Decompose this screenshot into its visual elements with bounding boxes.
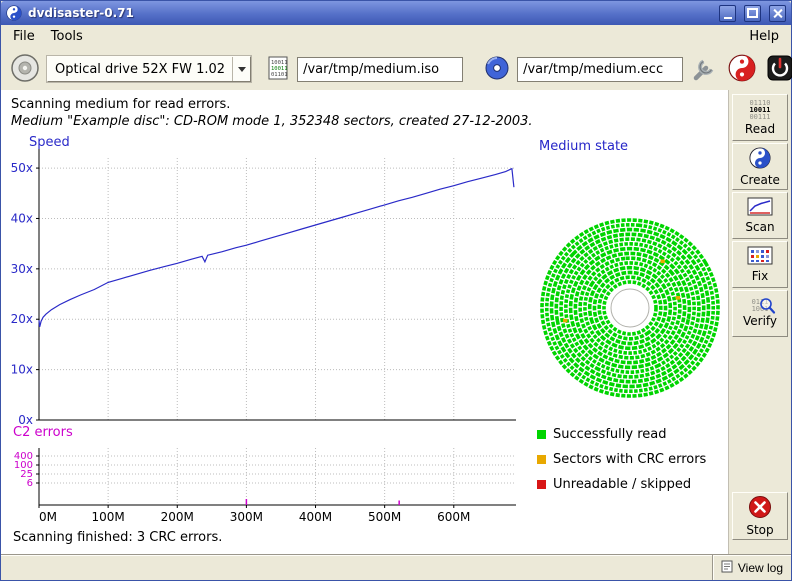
drive-combobox-value: Optical drive 52X FW 1.02 [48, 62, 232, 77]
read-label: Read [745, 122, 775, 136]
action-sidebar: 01110 10011 00111 Read Create [729, 90, 791, 554]
binary-read-icon: 01110 10011 00111 [749, 100, 770, 121]
ecc-file-icon [484, 55, 510, 84]
svg-text:20x: 20x [11, 312, 33, 326]
wrench-icon [690, 54, 718, 85]
svg-text:0M: 0M [39, 510, 57, 524]
main-row: Scanning medium for read errors. Medium … [1, 90, 791, 554]
svg-text:Speed: Speed [29, 135, 70, 150]
svg-text:C2 errors: C2 errors [13, 425, 73, 440]
drive-button[interactable] [9, 52, 41, 87]
menu-help[interactable]: Help [741, 27, 787, 46]
svg-text:40x: 40x [11, 211, 33, 225]
svg-text:500M: 500M [368, 510, 401, 524]
scan-result-text: Scanning finished: 3 CRC errors. [1, 526, 531, 545]
view-log-label: View log [738, 561, 783, 575]
maximize-icon [747, 8, 758, 18]
window-title: dvdisaster-0.71 [28, 6, 711, 20]
menubar: File Tools Help [1, 25, 791, 48]
combo-arrow-box [232, 57, 250, 81]
power-icon [766, 54, 792, 85]
drive-combobox[interactable]: Optical drive 52X FW 1.02 [47, 56, 251, 82]
svg-text:400M: 400M [299, 510, 332, 524]
legend-swatch [537, 430, 546, 439]
status-line-1: Scanning medium for read errors. [11, 96, 728, 113]
fix-label: Fix [752, 269, 768, 283]
svg-text:600M: 600M [437, 510, 470, 524]
dvdisaster-disc-button[interactable] [727, 53, 757, 86]
drawing-canvas: Scanning medium for read errors. Medium … [1, 90, 729, 554]
create-button[interactable]: Create [732, 143, 788, 190]
app-logo-icon [6, 5, 22, 21]
ecc-path-input[interactable] [517, 57, 683, 82]
legend: Successfully read Sectors with CRC error… [537, 422, 729, 497]
svg-text:10x: 10x [11, 363, 33, 377]
exit-button[interactable] [765, 53, 792, 86]
close-icon [773, 9, 782, 18]
legend-label: Unreadable / skipped [553, 477, 691, 492]
view-log-button[interactable]: View log [712, 555, 791, 580]
svg-text:6: 6 [27, 478, 33, 489]
status-area: Scanning medium for read errors. Medium … [1, 90, 728, 134]
titlebar[interactable]: dvdisaster-0.71 [1, 1, 791, 25]
close-button[interactable] [769, 5, 786, 22]
scan-chart-icon [747, 197, 773, 219]
legend-label: Sectors with CRC errors [553, 452, 706, 467]
iso-path-input[interactable] [297, 57, 463, 82]
legend-item: Successfully read [537, 422, 729, 447]
speed-c2-chart: 0M100M200M300M400M500M600M0x10x20x30x40x… [1, 134, 531, 526]
legend-swatch [537, 455, 546, 464]
toolbar-right-group [689, 53, 792, 86]
fix-button[interactable]: Fix [732, 241, 788, 288]
status-line-2: Medium "Example disc": CD-ROM mode 1, 35… [11, 113, 728, 130]
minimize-button[interactable] [719, 5, 736, 22]
svg-text:100M: 100M [91, 510, 124, 524]
svg-text:30x: 30x [11, 262, 33, 276]
medium-state-disc [532, 210, 728, 406]
maximize-button[interactable] [744, 5, 761, 22]
stop-label: Stop [746, 523, 773, 537]
menu-tools[interactable]: Tools [43, 27, 91, 46]
chevron-down-icon [238, 67, 246, 72]
iso-file-button[interactable]: 10011 10011 01101 [265, 54, 291, 85]
toolbar: Optical drive 52X FW 1.02 10011 10011 01… [1, 48, 791, 90]
medium-state-title: Medium state [539, 139, 729, 154]
svg-text:200M: 200M [161, 510, 194, 524]
iso-file-icon: 10011 10011 01101 [266, 55, 290, 84]
preferences-button[interactable] [689, 53, 719, 86]
scan-button[interactable]: Scan [732, 192, 788, 239]
minimize-icon [724, 17, 732, 19]
charts-panel: 0M100M200M300M400M500M600M0x10x20x30x40x… [1, 134, 531, 545]
scan-label: Scan [745, 220, 774, 234]
stop-button[interactable]: Stop [732, 492, 788, 540]
verify-icon: 0111 1001 [752, 299, 769, 313]
fix-icon [747, 246, 773, 268]
svg-text:300M: 300M [230, 510, 263, 524]
verify-label: Verify [743, 314, 777, 328]
yin-yang-icon [749, 147, 771, 172]
stop-icon [748, 495, 772, 522]
ecc-file-button[interactable] [483, 54, 511, 85]
legend-item: Sectors with CRC errors [537, 447, 729, 472]
create-label: Create [740, 173, 780, 187]
verify-button[interactable]: 0111 1001 Verify [732, 290, 788, 337]
bottom-statusbar: View log [1, 554, 791, 580]
read-button[interactable]: 01110 10011 00111 Read [732, 94, 788, 141]
medium-state-panel: Medium state Successfully read Sectors w… [531, 134, 729, 545]
red-disc-icon [728, 54, 756, 85]
drive-icon [10, 53, 40, 86]
svg-text:01101: 01101 [271, 72, 288, 78]
legend-swatch [537, 480, 546, 489]
svg-text:50x: 50x [11, 161, 33, 175]
log-icon [721, 560, 733, 576]
app-window: dvdisaster-0.71 File Tools Help Optical … [0, 0, 792, 581]
legend-label: Successfully read [553, 427, 666, 442]
menu-file[interactable]: File [5, 27, 43, 46]
legend-item: Unreadable / skipped [537, 472, 729, 497]
